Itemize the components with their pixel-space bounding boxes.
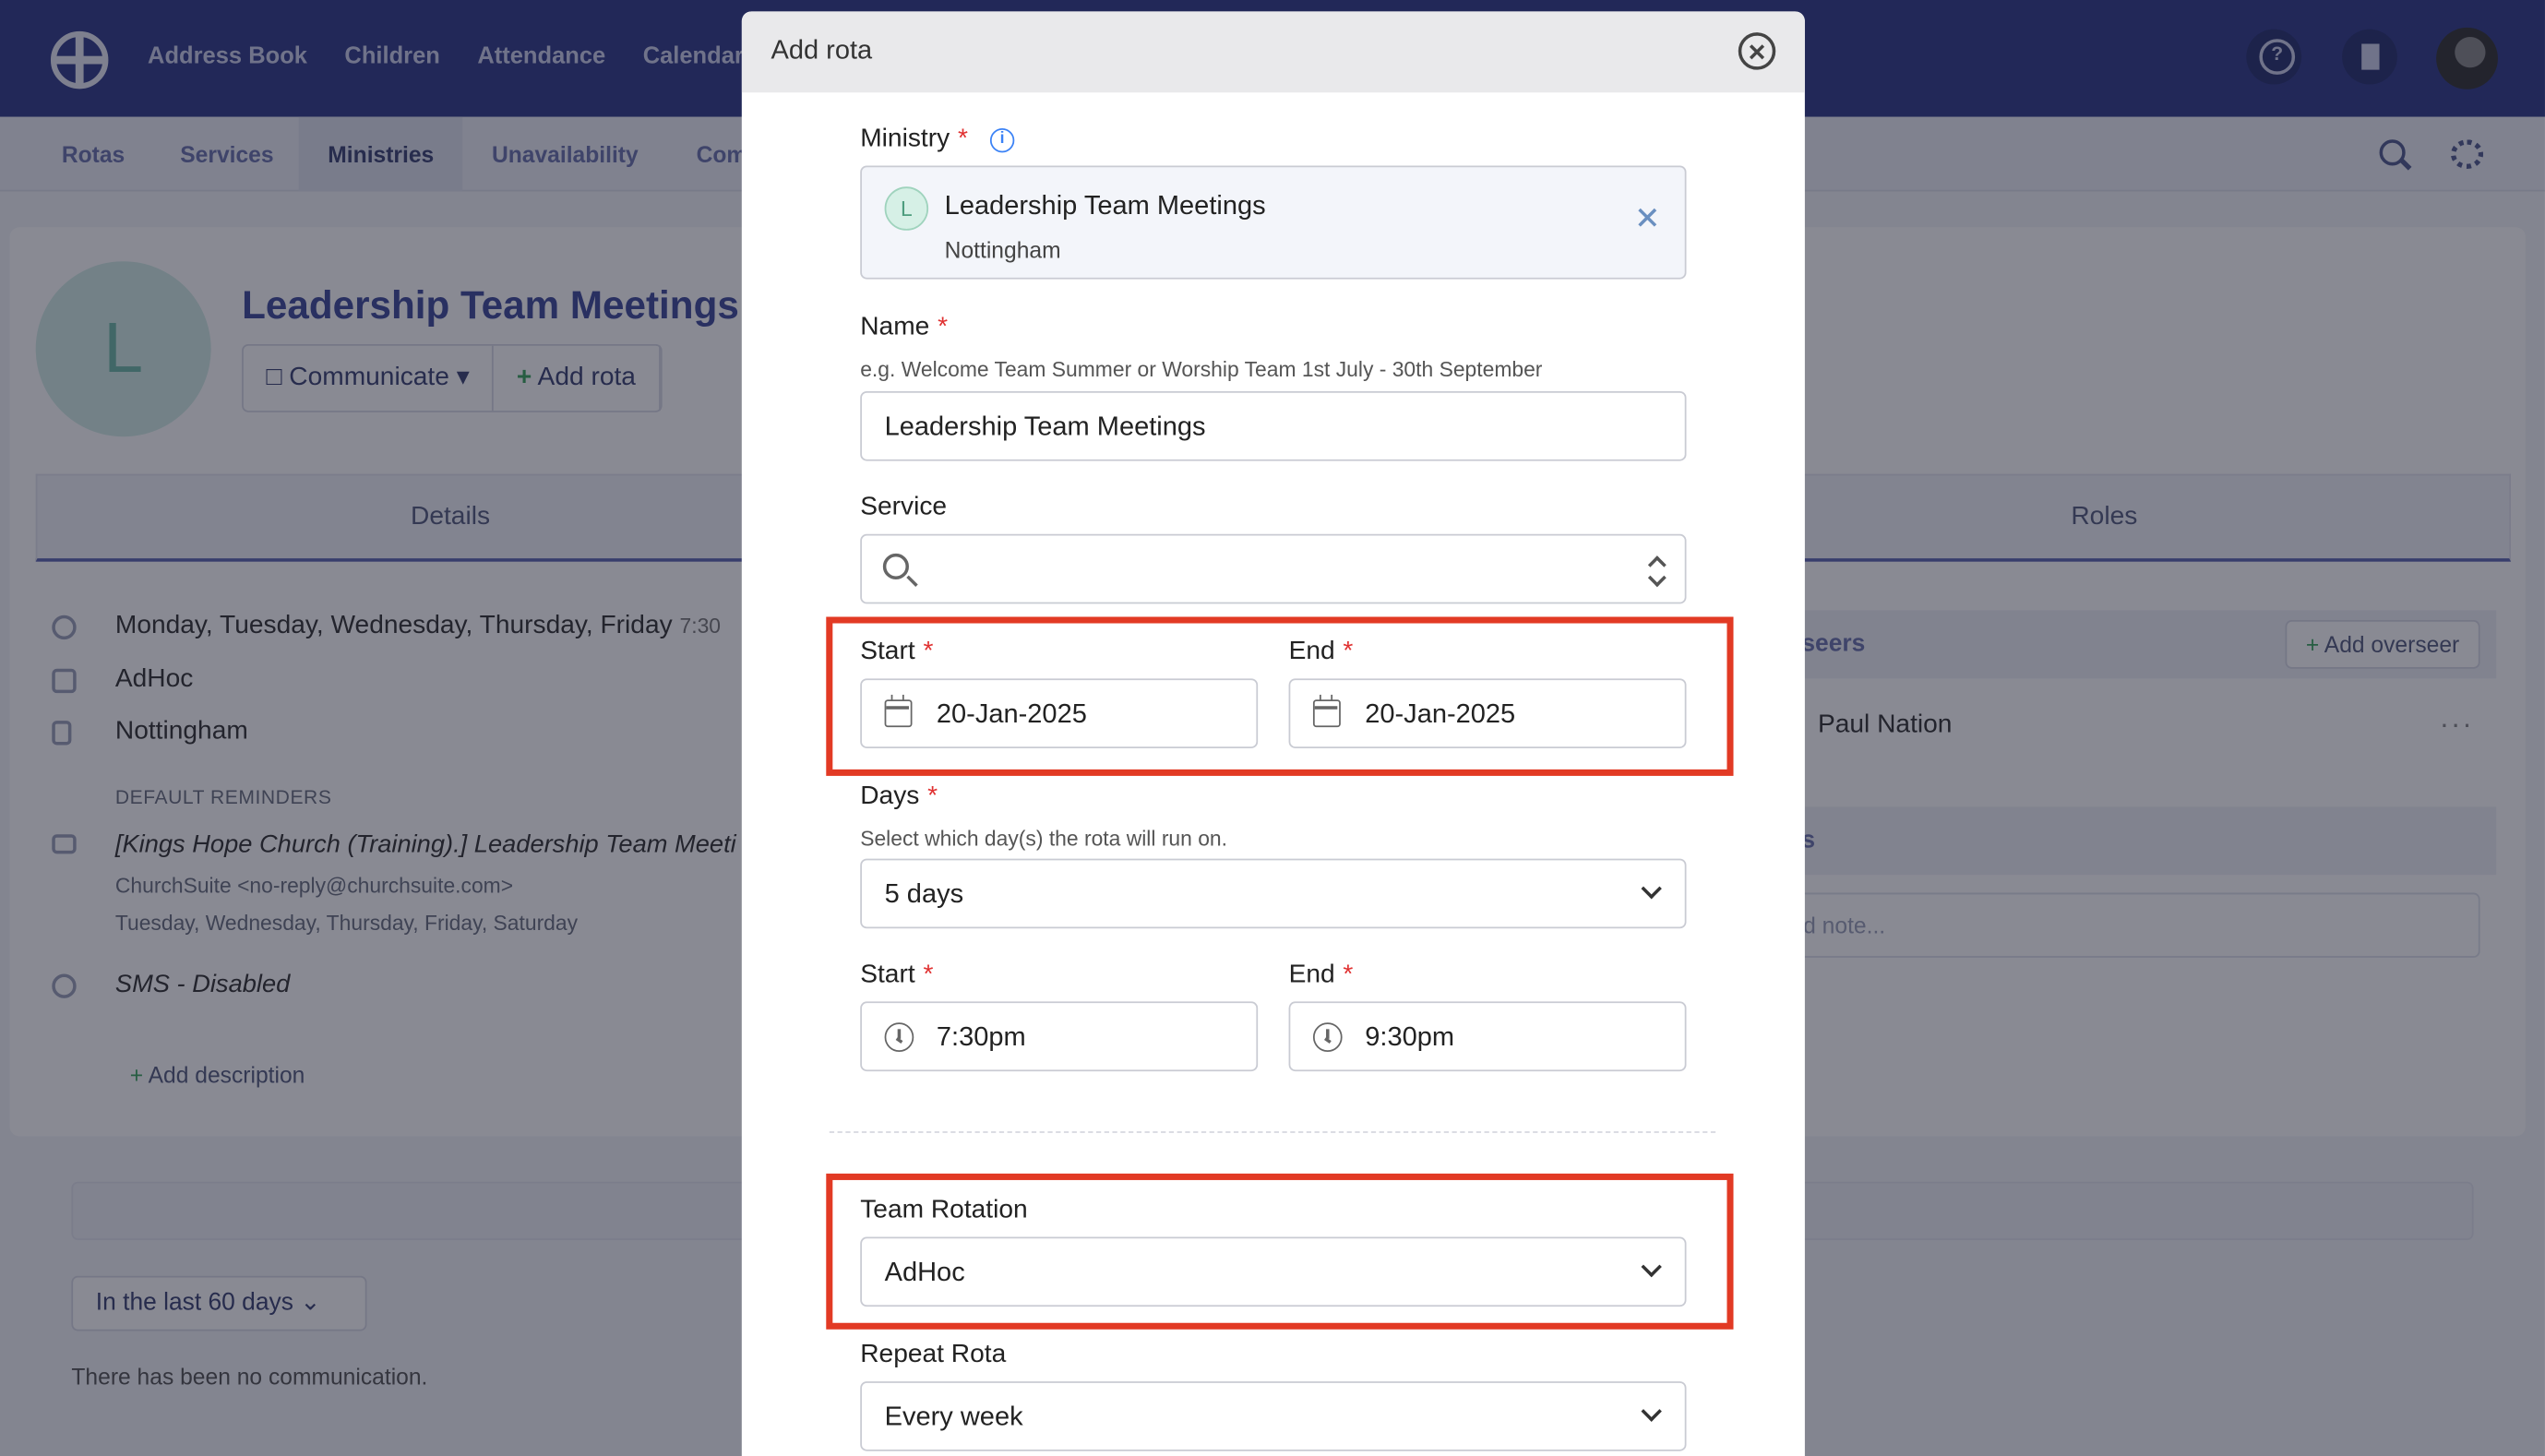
clock-icon	[1312, 1022, 1343, 1052]
team-rotation-highlight-box	[826, 1173, 1734, 1330]
days-hint: Select which day(s) the rota will run on…	[860, 826, 1228, 851]
section-divider	[829, 1131, 1716, 1133]
end-time-label: End *	[1288, 961, 1354, 989]
clock-icon	[884, 1022, 914, 1052]
ministry-label: Ministry *	[860, 125, 968, 153]
repeat-rota-select[interactable]: Every week	[860, 1381, 1687, 1451]
modal-title: Add rota	[771, 35, 873, 66]
ministry-select[interactable]: L Leadership Team Meetings Nottingham	[860, 165, 1687, 280]
search-icon	[882, 553, 909, 580]
start-time-input[interactable]: 7:30pm	[860, 1001, 1259, 1072]
days-label: Days *	[860, 782, 938, 810]
end-time-input[interactable]: 9:30pm	[1288, 1001, 1687, 1072]
close-icon[interactable]	[1738, 32, 1776, 70]
updown-chevron-icon	[1647, 554, 1667, 590]
name-input[interactable]: Leadership Team Meetings	[860, 390, 1687, 461]
name-hint: e.g. Welcome Team Summer or Worship Team…	[860, 357, 1543, 382]
info-icon[interactable]: i	[989, 127, 1015, 153]
ministry-avatar-small: L	[884, 186, 929, 231]
ministry-selected-location: Nottingham	[944, 236, 1061, 263]
name-label: Name *	[860, 313, 949, 341]
repeat-rota-label: Repeat Rota	[860, 1341, 1007, 1369]
chevron-down-icon	[1641, 877, 1662, 900]
modal-header: Add rota	[741, 11, 1805, 93]
dates-highlight-box	[826, 616, 1734, 776]
clear-ministry-icon[interactable]	[1634, 205, 1660, 231]
chevron-down-icon	[1641, 1401, 1662, 1422]
start-time-label: Start *	[860, 961, 934, 989]
ministry-selected-name: Leadership Team Meetings	[944, 191, 1266, 221]
service-label: Service	[860, 493, 948, 521]
days-select[interactable]: 5 days	[860, 858, 1687, 929]
service-select[interactable]	[860, 533, 1687, 604]
